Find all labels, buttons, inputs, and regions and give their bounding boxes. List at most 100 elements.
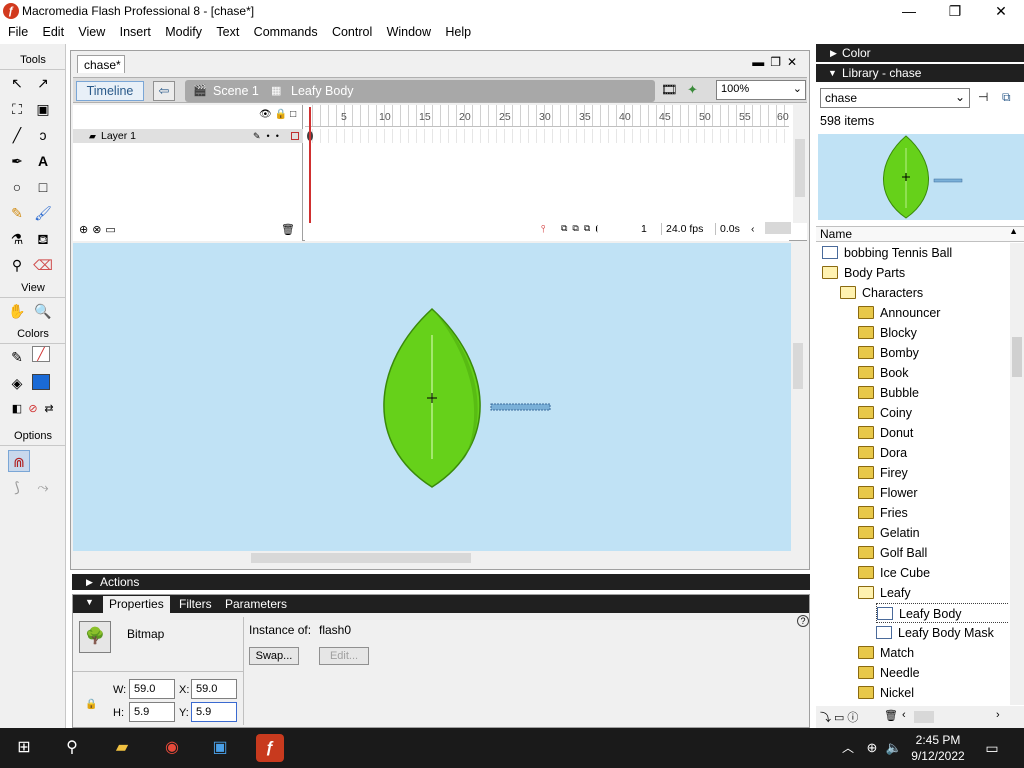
- eyedropper-icon[interactable]: ⚲: [6, 254, 28, 276]
- library-new-icons[interactable]: ⤵▭ⓘ: [820, 709, 861, 725]
- close-button[interactable]: ✕: [978, 0, 1024, 22]
- layer-row[interactable]: ▰ Layer 1 ✎••: [73, 129, 303, 143]
- notification-icon[interactable]: ▭: [978, 734, 1006, 762]
- menu-insert[interactable]: Insert: [120, 22, 151, 39]
- pencil-icon[interactable]: ✎: [6, 202, 28, 224]
- store-icon[interactable]: ▣: [206, 734, 234, 762]
- delete-layer-icon[interactable]: 🗑: [281, 223, 295, 236]
- windows-start-icon[interactable]: ⊞: [10, 734, 38, 762]
- lasso-icon[interactable]: ↄ: [32, 124, 54, 146]
- library-item[interactable]: Body Parts: [822, 263, 905, 283]
- zoom-tool-icon[interactable]: 🔍: [32, 300, 54, 322]
- collapse-icon[interactable]: ▼: [85, 597, 94, 607]
- stage[interactable]: [73, 243, 791, 551]
- menu-text[interactable]: Text: [216, 22, 239, 39]
- stroke-color-icon[interactable]: ✎: [6, 346, 28, 368]
- oval-tool-icon[interactable]: ○: [6, 176, 28, 198]
- library-item[interactable]: Gelatin: [858, 523, 920, 543]
- width-field[interactable]: 59.0: [129, 679, 175, 699]
- pin-library-icon[interactable]: ⊣: [978, 90, 988, 104]
- eraser-icon[interactable]: ⌫: [32, 254, 54, 276]
- new-library-panel-icon[interactable]: ⧉: [1002, 90, 1011, 105]
- y-field[interactable]: 5.9: [191, 702, 237, 722]
- edit-scene-icon[interactable]: 🎞: [661, 82, 678, 98]
- back-arrow-icon[interactable]: ⇦: [153, 81, 175, 101]
- fill-color-icon[interactable]: ◈: [6, 372, 28, 394]
- library-item[interactable]: Leafy Body: [876, 603, 1008, 623]
- free-transform-icon[interactable]: ⛶: [6, 98, 28, 120]
- document-tab[interactable]: chase*: [77, 55, 125, 73]
- library-item[interactable]: Dora: [858, 443, 907, 463]
- library-item[interactable]: Leafy Body Mask: [876, 623, 994, 643]
- menu-modify[interactable]: Modify: [165, 22, 202, 39]
- breadcrumb-scene[interactable]: Scene 1: [213, 84, 259, 98]
- menu-file[interactable]: File: [8, 22, 28, 39]
- menu-window[interactable]: Window: [387, 22, 431, 39]
- gradient-transform-icon[interactable]: ▣: [32, 98, 54, 120]
- stage-h-thumb[interactable]: [251, 553, 471, 563]
- layer-status-icons[interactable]: ✎••: [253, 129, 285, 143]
- edit-button[interactable]: Edit...: [319, 647, 369, 665]
- tab-properties[interactable]: Properties: [103, 596, 170, 613]
- stage-hscroll[interactable]: [73, 551, 791, 565]
- menu-commands[interactable]: Commands: [254, 22, 318, 39]
- pen-tool-icon[interactable]: ✒: [6, 150, 28, 172]
- library-item[interactable]: Bubble: [858, 383, 919, 403]
- library-item[interactable]: Bomby: [858, 343, 919, 363]
- fill-color-swatch[interactable]: [32, 374, 50, 390]
- timeline-vscroll[interactable]: [793, 105, 807, 223]
- bitmap-instance[interactable]: [490, 403, 551, 411]
- color-panel-header[interactable]: ▶ Color: [816, 44, 1024, 62]
- help-icon[interactable]: ?: [797, 615, 809, 627]
- line-tool-icon[interactable]: ╱: [6, 124, 28, 146]
- stage-v-thumb[interactable]: [793, 343, 803, 389]
- stroke-color-swatch[interactable]: ╱: [32, 346, 50, 362]
- search-icon[interactable]: ⚲: [58, 734, 86, 762]
- library-vscroll[interactable]: [1010, 243, 1024, 705]
- scroll-right-icon[interactable]: ›: [996, 709, 1000, 721]
- library-item[interactable]: Nickel: [858, 683, 914, 703]
- x-field[interactable]: 59.0: [191, 679, 237, 699]
- layer-header-icons[interactable]: 👁🔒□: [259, 109, 299, 120]
- stage-vscroll[interactable]: [791, 243, 805, 551]
- chrome-icon[interactable]: ◉: [158, 734, 186, 762]
- timeline-v-thumb[interactable]: [795, 139, 805, 197]
- library-name-column[interactable]: Name ▲: [816, 226, 1024, 242]
- library-select[interactable]: chase ⌄: [820, 88, 970, 108]
- snap-magnet-icon[interactable]: ⋒: [8, 450, 30, 472]
- playhead[interactable]: [309, 107, 311, 223]
- library-item[interactable]: bobbing Tennis Ball: [822, 243, 952, 263]
- library-panel-header[interactable]: ▼ Library - chase: [816, 64, 1024, 82]
- selection-arrow-icon[interactable]: ↖: [6, 72, 28, 94]
- library-item[interactable]: Characters: [840, 283, 923, 303]
- onion-skin-icons[interactable]: ⧉⧉⧉⦗: [561, 223, 603, 234]
- swap-button[interactable]: Swap...: [249, 647, 299, 665]
- library-item[interactable]: Ice Cube: [858, 563, 930, 583]
- maximize-button[interactable]: ❐: [932, 0, 978, 22]
- document-window-buttons[interactable]: ▬❐✕: [752, 55, 803, 69]
- tab-parameters[interactable]: Parameters: [225, 597, 287, 611]
- layer-frames[interactable]: [305, 129, 789, 143]
- edit-symbol-icon[interactable]: ✦: [687, 82, 698, 98]
- timeline-h-thumb[interactable]: [765, 222, 791, 234]
- rectangle-tool-icon[interactable]: □: [32, 176, 54, 198]
- add-layer-icons[interactable]: ⊕⊗▭: [79, 223, 120, 236]
- minimize-button[interactable]: —: [886, 0, 932, 22]
- menu-help[interactable]: Help: [445, 22, 471, 39]
- library-item[interactable]: Golf Ball: [858, 543, 927, 563]
- lock-icon[interactable]: 🔒: [85, 699, 97, 710]
- library-item[interactable]: Leafy: [858, 583, 911, 603]
- center-frame-icon[interactable]: ⫯: [541, 223, 546, 236]
- tab-filters[interactable]: Filters: [179, 597, 212, 611]
- scroll-left-icon[interactable]: ‹: [902, 709, 906, 721]
- library-item[interactable]: Book: [858, 363, 909, 383]
- hand-tool-icon[interactable]: ✋: [6, 300, 28, 322]
- library-item[interactable]: Donut: [858, 423, 913, 443]
- text-tool-icon[interactable]: A: [32, 150, 54, 172]
- library-item[interactable]: Announcer: [858, 303, 940, 323]
- library-v-thumb[interactable]: [1012, 337, 1022, 377]
- library-h-thumb[interactable]: [914, 711, 934, 723]
- height-field[interactable]: 5.9: [129, 702, 175, 722]
- library-item[interactable]: Coiny: [858, 403, 912, 423]
- library-item[interactable]: Match: [858, 643, 914, 663]
